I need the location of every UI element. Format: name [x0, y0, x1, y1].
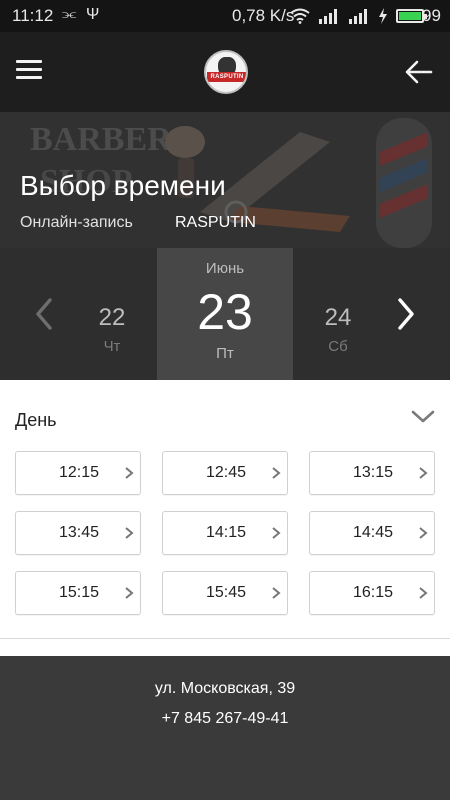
- date-selected-weekday: Пт: [216, 345, 234, 362]
- chevron-right-icon: [419, 527, 428, 539]
- chevron-right-icon: [272, 467, 281, 479]
- time-slots-panel: День 12:15 12:45 13:15 13:45 14:15 14:45: [0, 380, 450, 656]
- battery-icon: [396, 9, 427, 23]
- footer: ул. Московская, 39 +7 845 267-49-41: [0, 656, 450, 800]
- time-slot[interactable]: 12:45: [162, 451, 288, 495]
- time-slot[interactable]: 16:15: [309, 571, 435, 615]
- chevron-right-icon[interactable]: [388, 292, 422, 336]
- chevron-right-icon: [125, 527, 134, 539]
- chevron-right-icon: [272, 527, 281, 539]
- brand-logo: RASPUTIN: [204, 50, 248, 94]
- chevron-down-icon[interactable]: [410, 408, 436, 426]
- signal-icon: [349, 9, 367, 24]
- date-selected-day: 23: [197, 284, 253, 340]
- date-previous[interactable]: 22 Чт: [82, 304, 142, 355]
- share-icon: ⫘: [62, 6, 77, 23]
- chevron-right-icon: [272, 587, 281, 599]
- battery-level: 99: [422, 6, 441, 25]
- time-slot[interactable]: 15:45: [162, 571, 288, 615]
- status-bar: 11:12 ⫘ Ψ 0,78 K/s 99: [0, 0, 450, 32]
- time-slot[interactable]: 12:15: [15, 451, 141, 495]
- charging-icon: [379, 8, 387, 24]
- usb-icon: Ψ: [86, 6, 100, 23]
- date-previous-weekday: Чт: [103, 338, 121, 355]
- divider: [0, 638, 450, 639]
- date-previous-day: 22: [98, 304, 126, 331]
- back-arrow-icon[interactable]: [404, 58, 434, 86]
- clock: 11:12: [12, 6, 54, 25]
- time-slot[interactable]: 13:15: [309, 451, 435, 495]
- signal-icon: [319, 9, 337, 24]
- page-title: Выбор времени: [20, 170, 226, 201]
- date-selected[interactable]: Июнь 23 Пт: [157, 248, 293, 380]
- app-bar: RASPUTIN: [0, 32, 450, 112]
- wifi-icon: [290, 8, 310, 24]
- network-speed: 0,78 K/s: [232, 6, 295, 25]
- time-slot[interactable]: 14:15: [162, 511, 288, 555]
- address: ул. Московская, 39: [154, 680, 296, 697]
- organization-name: RASPUTIN: [175, 214, 256, 231]
- status-icons: [290, 4, 427, 28]
- date-next[interactable]: 24 Сб: [308, 304, 368, 355]
- chevron-right-icon: [419, 587, 428, 599]
- time-slot-grid: 12:15 12:45 13:15 13:45 14:15 14:45 15:1…: [15, 451, 435, 615]
- date-picker: 22 Чт Июнь 23 Пт 24 Сб: [0, 248, 450, 380]
- chevron-right-icon: [419, 467, 428, 479]
- month-label: Июнь: [205, 260, 245, 277]
- time-slot[interactable]: 13:45: [15, 511, 141, 555]
- chevron-right-icon: [125, 467, 134, 479]
- page-subtitle: Онлайн-запись: [20, 214, 133, 231]
- hero-banner: BARBER SHOP Выбор времени Онлайн-запись …: [0, 112, 450, 248]
- section-title: День: [15, 410, 57, 430]
- time-slot[interactable]: 14:45: [309, 511, 435, 555]
- menu-icon[interactable]: [16, 60, 42, 84]
- battery-fill: [399, 12, 421, 20]
- date-next-weekday: Сб: [328, 338, 348, 355]
- date-next-day: 24: [324, 304, 352, 331]
- time-slot[interactable]: 15:15: [15, 571, 141, 615]
- chevron-right-icon: [125, 587, 134, 599]
- chevron-left-icon[interactable]: [28, 292, 62, 336]
- phone-link[interactable]: +7 845 267-49-41: [0, 710, 450, 728]
